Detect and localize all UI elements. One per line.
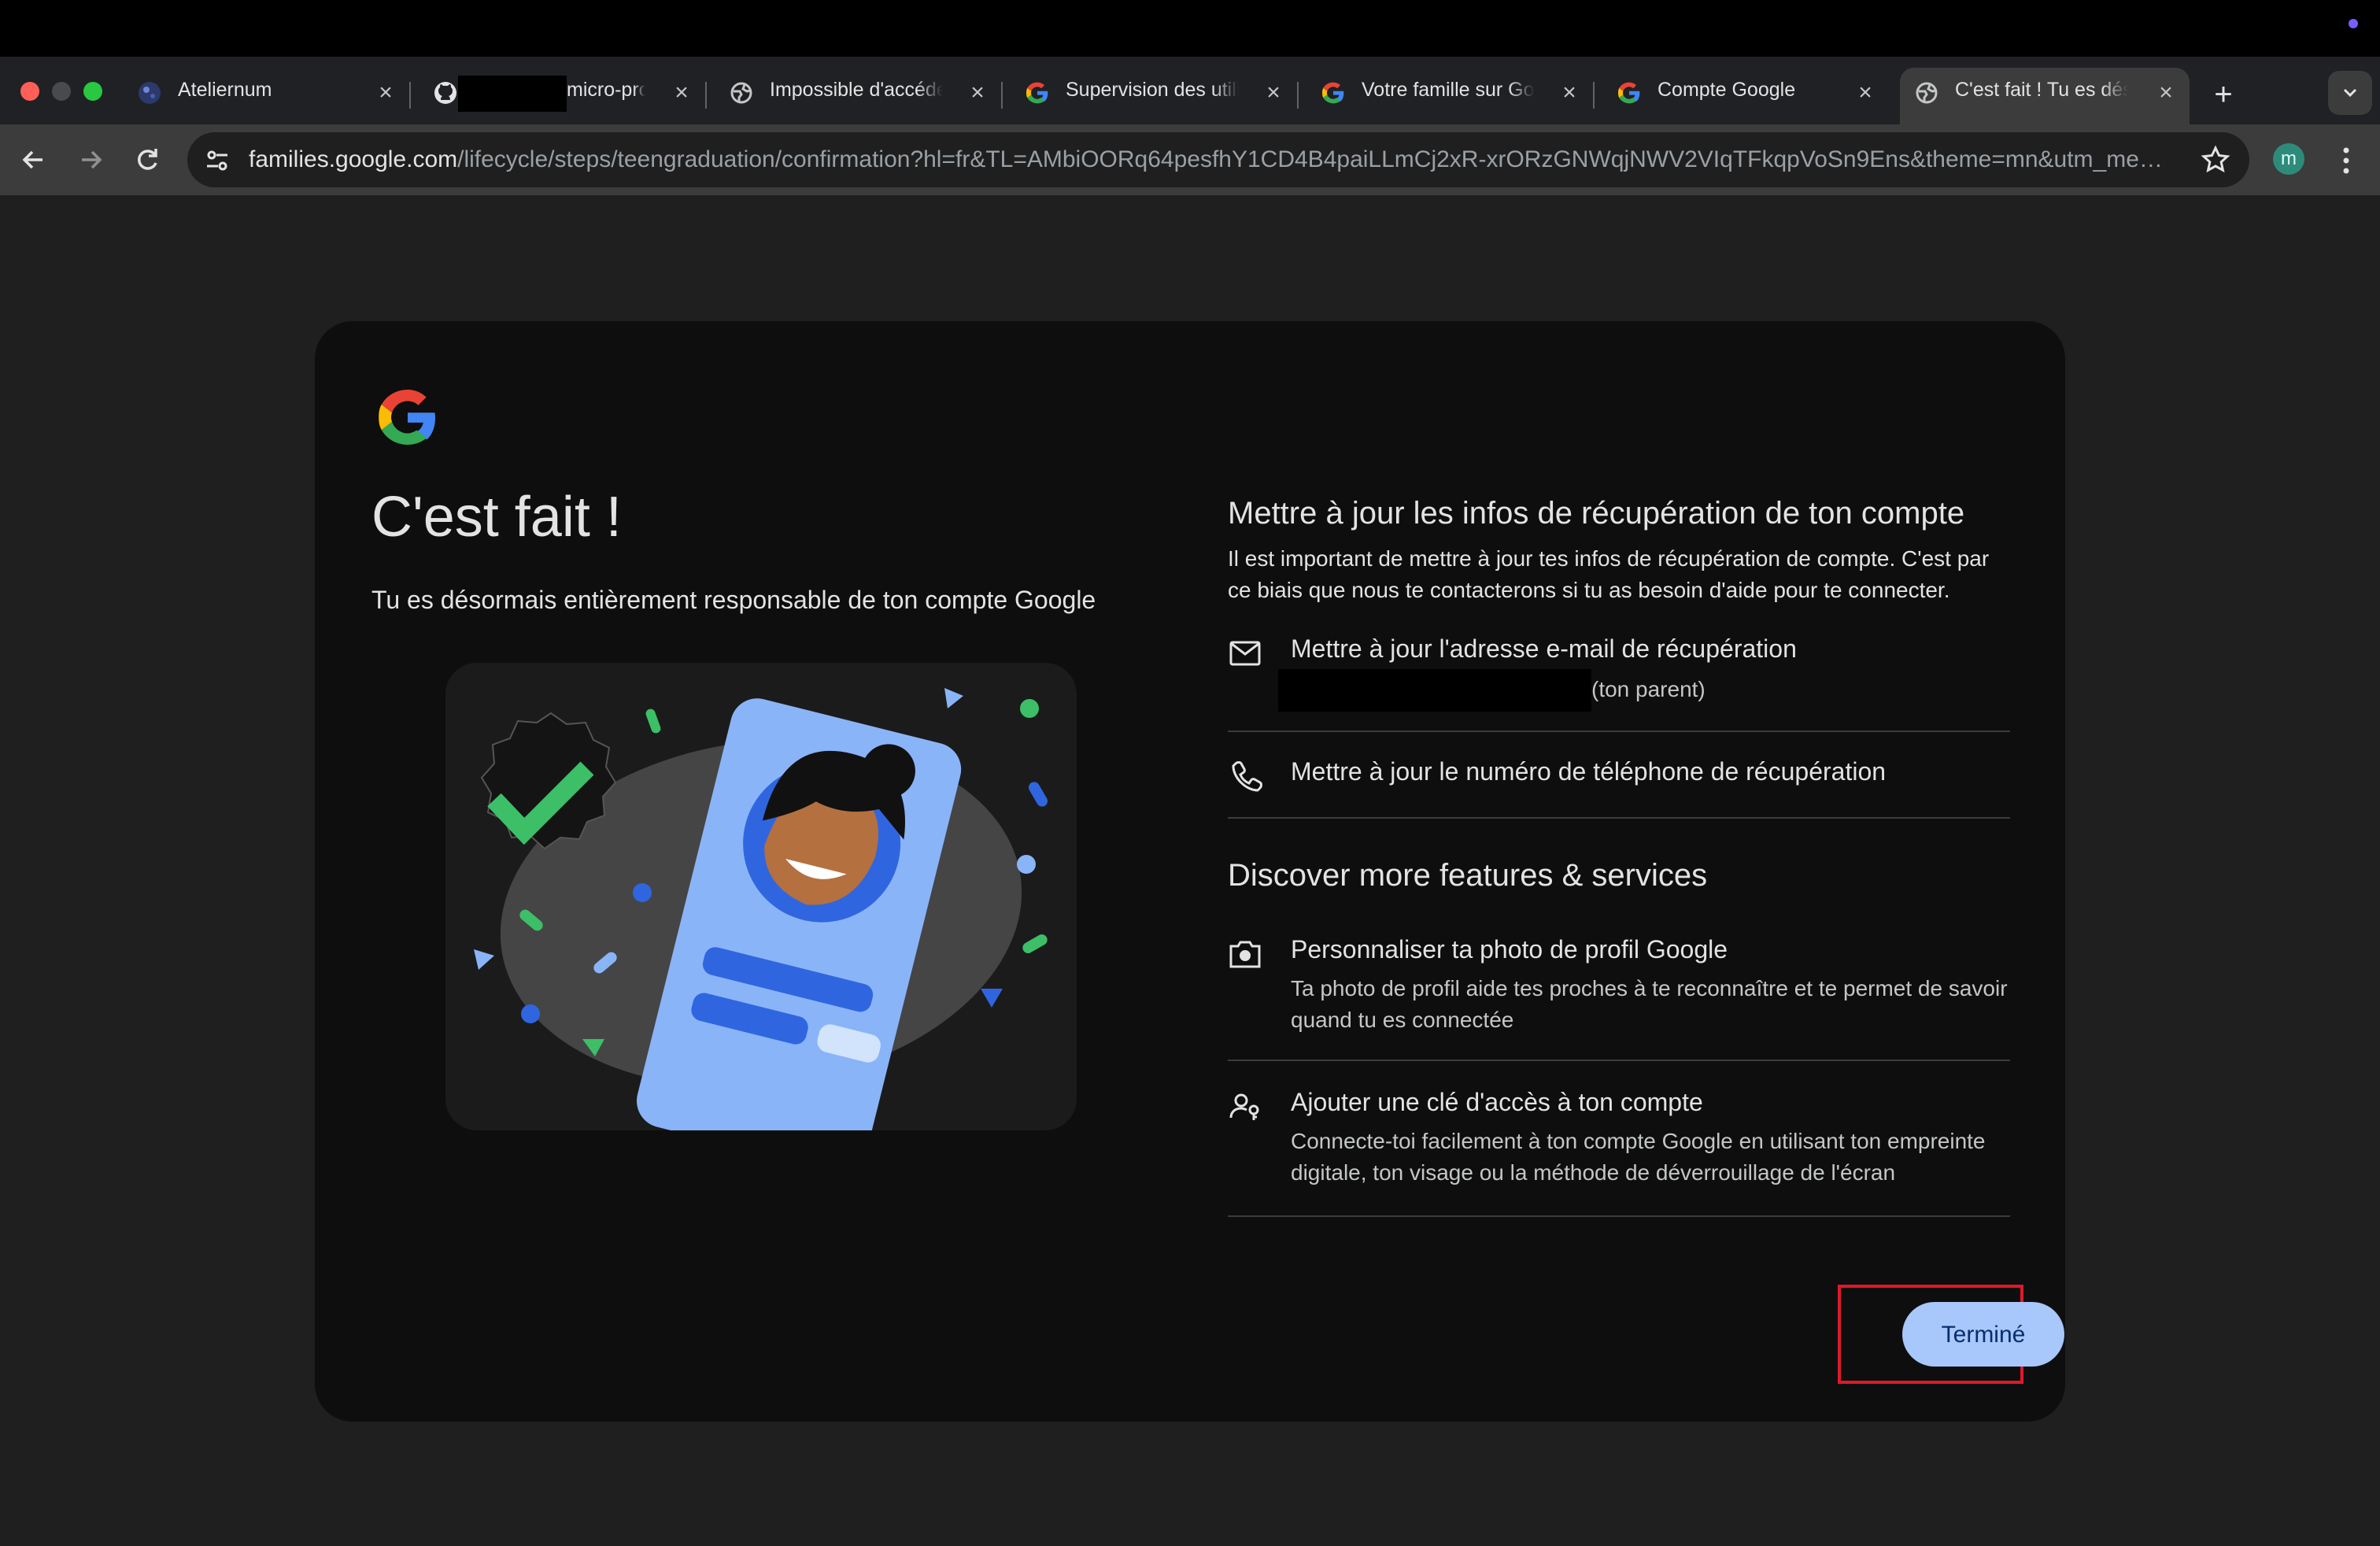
close-tab-icon[interactable]: × bbox=[1851, 77, 1879, 109]
close-tab-icon[interactable]: × bbox=[1555, 77, 1584, 109]
reload-icon[interactable] bbox=[129, 142, 165, 178]
back-arrow-icon[interactable] bbox=[16, 142, 52, 178]
google-logo-icon bbox=[379, 390, 435, 445]
address-bar[interactable]: families.google.com/lifecycle/steps/teen… bbox=[187, 132, 2249, 187]
globe-icon bbox=[730, 82, 752, 104]
discover-section-title: Discover more features & services bbox=[1228, 858, 1708, 893]
tab-label: Votre famille sur Goo bbox=[1362, 79, 1535, 101]
tab-impossible[interactable]: Impossible d'accéde × bbox=[715, 68, 1003, 124]
close-tab-icon[interactable]: × bbox=[667, 77, 696, 109]
divider bbox=[1228, 730, 2010, 732]
close-window-button[interactable] bbox=[20, 82, 39, 101]
add-passkey[interactable]: Ajouter une clé d'accès à ton compte Con… bbox=[1228, 1088, 2010, 1187]
close-tab-icon[interactable]: × bbox=[2152, 77, 2180, 109]
tab-micro-proj[interactable]: micro-proj × bbox=[419, 68, 707, 124]
recovery-email-note: (ton parent) bbox=[1591, 677, 1706, 701]
tab-search-button[interactable] bbox=[2328, 71, 2372, 115]
google-g-icon bbox=[1322, 82, 1344, 104]
tab-separator bbox=[409, 82, 411, 109]
tab-label: Impossible d'accéde bbox=[770, 79, 943, 101]
page-title: C'est fait ! bbox=[371, 486, 622, 549]
tab-votre-famille[interactable]: Votre famille sur Goo × bbox=[1306, 68, 1595, 124]
tab-label: C'est fait ! Tu es dés bbox=[1955, 79, 2128, 101]
tab-cest-fait[interactable]: C'est fait ! Tu es dés × bbox=[1900, 68, 2190, 124]
confirmation-card: C'est fait ! Tu es désormais entièrement… bbox=[315, 321, 2065, 1422]
new-tab-button[interactable]: + bbox=[2204, 76, 2243, 115]
page-content: C'est fait ! Tu es désormais entièrement… bbox=[0, 195, 2380, 1546]
redacted-email bbox=[1278, 669, 1591, 712]
profile-photo-label: Personnaliser ta photo de profil Google bbox=[1291, 935, 1728, 963]
globe-icon bbox=[1916, 82, 1938, 104]
minimize-window-button[interactable] bbox=[52, 82, 71, 101]
bookmark-star-icon[interactable] bbox=[2201, 145, 2230, 175]
url-host: families.google.com bbox=[249, 146, 458, 172]
profile-photo-description: Ta photo de profil aide tes proches à te… bbox=[1291, 976, 2008, 1032]
camera-icon bbox=[1229, 941, 1261, 968]
maximize-window-button[interactable] bbox=[83, 82, 102, 101]
personalize-profile-photo[interactable]: Personnaliser ta photo de profil Google … bbox=[1228, 935, 2010, 1034]
mail-icon bbox=[1229, 641, 1261, 666]
success-illustration bbox=[445, 663, 1077, 1130]
tab-ateliernum[interactable]: Ateliernum × bbox=[123, 68, 411, 124]
divider bbox=[1228, 1060, 2010, 1061]
tab-supervision[interactable]: Supervision des utili × bbox=[1011, 68, 1299, 124]
github-icon bbox=[434, 82, 456, 104]
redacted-text bbox=[458, 76, 567, 112]
update-phone-label: Mettre à jour le numéro de téléphone de … bbox=[1291, 757, 1887, 786]
divider bbox=[1228, 1215, 2010, 1217]
page-subtitle: Tu es désormais entièrement responsable … bbox=[371, 586, 1096, 614]
tab-separator bbox=[1593, 82, 1595, 109]
update-recovery-phone[interactable]: Mettre à jour le numéro de téléphone de … bbox=[1228, 757, 2010, 797]
tab-strip: Ateliernum × micro-proj × Impossible d'a… bbox=[0, 57, 2380, 124]
tab-compte-google[interactable]: Compte Google × bbox=[1602, 68, 1889, 124]
divider bbox=[1228, 817, 2010, 819]
phone-icon bbox=[1232, 761, 1262, 792]
google-g-icon bbox=[1618, 82, 1640, 104]
google-g-icon bbox=[1026, 82, 1048, 104]
url-path: /lifecycle/steps/teengraduation/confirma… bbox=[457, 146, 2169, 172]
tab-separator bbox=[705, 82, 707, 109]
url-text[interactable]: families.google.com/lifecycle/steps/teen… bbox=[249, 146, 2169, 173]
globe-dark-icon bbox=[139, 82, 161, 104]
tab-label: Compte Google bbox=[1658, 79, 1796, 101]
passkey-label: Ajouter une clé d'accès à ton compte bbox=[1291, 1088, 1703, 1116]
site-settings-icon[interactable] bbox=[203, 146, 231, 175]
close-tab-icon[interactable]: × bbox=[371, 77, 400, 109]
tab-label: Ateliernum bbox=[178, 79, 272, 101]
update-recovery-email[interactable]: Mettre à jour l'adresse e-mail de récupé… bbox=[1228, 634, 2010, 713]
done-button[interactable]: Terminé bbox=[1902, 1302, 2064, 1367]
more-vert-icon[interactable] bbox=[2334, 143, 2358, 178]
tab-separator bbox=[1001, 82, 1003, 109]
status-dot bbox=[2349, 19, 2358, 28]
close-tab-icon[interactable]: × bbox=[1259, 77, 1288, 109]
chevron-down-icon bbox=[2343, 88, 2357, 98]
tab-label: Supervision des utili bbox=[1066, 79, 1239, 101]
tab-separator bbox=[1297, 82, 1299, 109]
profile-avatar[interactable]: m bbox=[2273, 143, 2304, 175]
forward-arrow-icon[interactable] bbox=[72, 142, 109, 178]
update-email-label: Mettre à jour l'adresse e-mail de récupé… bbox=[1291, 634, 1797, 663]
tab-label: micro-proj bbox=[567, 79, 645, 101]
close-tab-icon[interactable]: × bbox=[963, 77, 992, 109]
passkey-description: Connecte-toi facilement à ton compte Goo… bbox=[1291, 1129, 1986, 1185]
recovery-section-title: Mettre à jour les infos de récupération … bbox=[1228, 496, 1965, 531]
recovery-description: Il est important de mettre à jour tes in… bbox=[1228, 546, 1990, 602]
window-top-bar bbox=[0, 0, 2380, 57]
browser-toolbar: families.google.com/lifecycle/steps/teen… bbox=[0, 124, 2380, 195]
passkey-icon bbox=[1229, 1093, 1259, 1120]
